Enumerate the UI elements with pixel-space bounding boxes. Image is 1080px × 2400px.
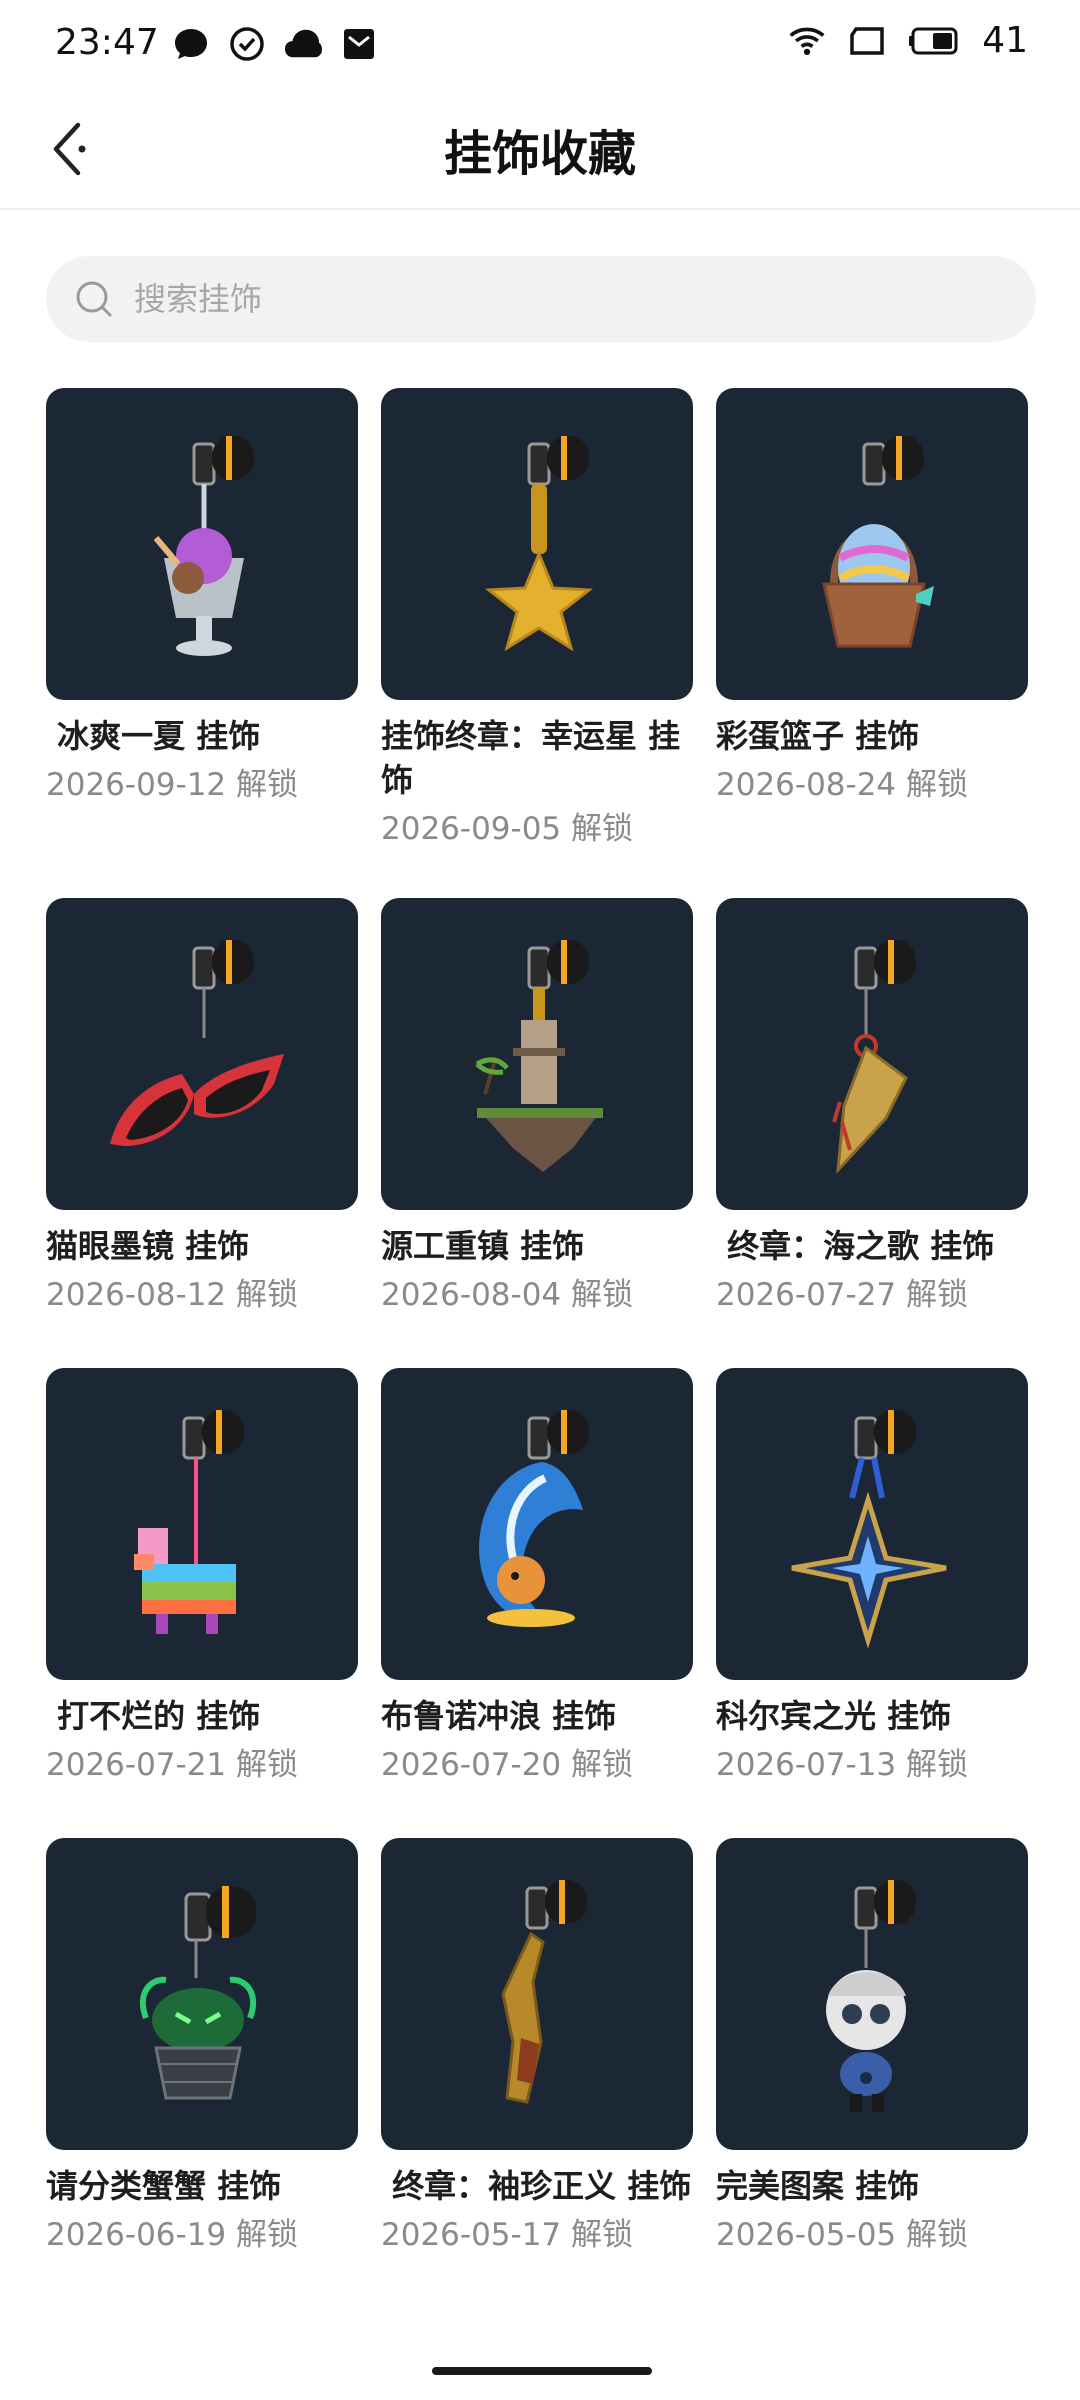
search-icon [76, 281, 112, 317]
mail-icon [340, 25, 378, 63]
search-bar[interactable] [46, 256, 1036, 342]
charm-title: 终章：袖珍正义 挂饰 [381, 2167, 692, 2205]
wifi-icon [788, 22, 826, 60]
charm-title: 完美图案 挂饰 [716, 2167, 920, 2205]
charm-title: 挂饰终章：幸运星 挂饰 [381, 717, 681, 799]
search-input[interactable] [132, 279, 1016, 319]
unlock-date: 2026-08-24 解锁 [716, 767, 969, 803]
egg-basket-charm-image [716, 388, 1028, 700]
status-bar: 23:47 41 [0, 0, 1080, 90]
charm-title: 打不烂的 挂饰 [46, 1697, 261, 1735]
charm-card[interactable]: 科尔宾之光 挂饰 2026-07-13 解锁 [716, 1368, 1028, 1786]
charm-title: 科尔宾之光 挂饰 [716, 1697, 952, 1735]
charm-title: 源工重镇 挂饰 [381, 1227, 585, 1265]
charm-card[interactable]: 终章：海之歌 挂饰 2026-07-27 解锁 [716, 898, 1028, 1316]
star-emblem-charm-image [716, 1368, 1028, 1680]
ice-dessert-charm-image [46, 388, 358, 700]
charm-card[interactable]: 完美图案 挂饰 2026-05-05 解锁 [716, 1838, 1028, 2256]
unlock-date: 2026-09-12 解锁 [46, 767, 299, 803]
unlock-date: 2026-05-17 解锁 [381, 2217, 634, 2253]
crab-bucket-charm-image [46, 1838, 358, 2150]
charm-title: 彩蛋篮子 挂饰 [716, 717, 920, 755]
charm-card[interactable]: 请分类蟹蟹 挂饰 2026-06-19 解锁 [46, 1838, 358, 2256]
charm-card[interactable]: 冰爽一夏 挂饰 2026-09-12 解锁 [46, 388, 358, 806]
robot-doll-charm-image [716, 1838, 1028, 2150]
status-time: 23:47 [55, 22, 159, 63]
pinata-charm-image [46, 1368, 358, 1680]
home-indicator[interactable] [432, 2367, 652, 2375]
unlock-date: 2026-07-20 解锁 [381, 1747, 634, 1783]
charm-title: 终章：海之歌 挂饰 [716, 1227, 995, 1265]
cloud-icon [284, 25, 322, 63]
system-icons: 41 [788, 20, 1028, 61]
page-title: 挂饰收藏 [443, 126, 636, 182]
charm-card[interactable]: 猫眼墨镜 挂饰 2026-08-12 解锁 [46, 898, 358, 1316]
unlock-date: 2026-07-13 解锁 [716, 1747, 969, 1783]
unlock-date: 2026-08-04 解锁 [381, 1277, 634, 1313]
charm-card[interactable]: 彩蛋篮子 挂饰 2026-08-24 解锁 [716, 388, 1028, 806]
app-header: 挂饰收藏 [0, 90, 1080, 210]
charm-title: 冰爽一夏 挂饰 [46, 717, 261, 755]
unlock-date: 2026-07-21 解锁 [46, 1747, 299, 1783]
charm-title: 布鲁诺冲浪 挂饰 [381, 1697, 617, 1735]
unlock-date: 2026-09-05 解锁 [381, 811, 634, 847]
charm-card[interactable]: 挂饰终章：幸运星 挂饰 2026-09-05 解锁 [381, 388, 693, 850]
unlock-date: 2026-08-12 解锁 [46, 1277, 299, 1313]
seashell-charm-image [716, 898, 1028, 1210]
charm-card[interactable]: 源工重镇 挂饰 2026-08-04 解锁 [381, 898, 693, 1316]
unlock-date: 2026-06-19 解锁 [46, 2217, 299, 2253]
cat-eye-sunglasses-charm-image [46, 898, 358, 1210]
notification-icons [172, 25, 378, 63]
surfing-corgi-charm-image [381, 1368, 693, 1680]
star-charm-image [381, 388, 693, 700]
screen-icon [848, 22, 886, 60]
charm-title: 请分类蟹蟹 挂饰 [46, 2167, 282, 2205]
floating-island-charm-image [381, 898, 693, 1210]
charm-title: 猫眼墨镜 挂饰 [46, 1227, 250, 1265]
charm-card[interactable]: 打不烂的 挂饰 2026-07-21 解锁 [46, 1368, 358, 1786]
charm-card[interactable]: 布鲁诺冲浪 挂饰 2026-07-20 解锁 [381, 1368, 693, 1786]
unlock-date: 2026-05-05 解锁 [716, 2217, 969, 2253]
chat-bubble-icon [172, 25, 210, 63]
unlock-date: 2026-07-27 解锁 [716, 1277, 969, 1313]
charm-card[interactable]: 终章：袖珍正义 挂饰 2026-05-17 解锁 [381, 1838, 693, 2256]
golden-gun-charm-image [381, 1838, 693, 2150]
check-circle-icon [228, 25, 266, 63]
battery-level: 41 [982, 20, 1028, 61]
battery-icon [908, 22, 960, 60]
